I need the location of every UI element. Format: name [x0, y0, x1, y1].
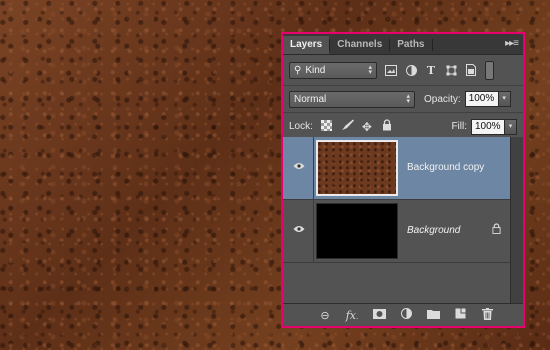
layers-list: Background copy Background: [283, 137, 523, 306]
panel-menu-icon[interactable]: ▸▸≡: [505, 38, 519, 49]
fx-icon[interactable]: fx.: [342, 309, 362, 322]
layers-panel: Layers Channels Paths ▸▸≡ ⚲ Kind ▴ ▾ T No…: [281, 32, 525, 328]
smart-object-filter-icon[interactable]: [465, 64, 477, 76]
link-icon[interactable]: ⊖: [315, 309, 335, 322]
lock-position-icon[interactable]: ✥: [361, 120, 373, 134]
opacity-label: Opacity:: [424, 93, 461, 105]
eye-icon[interactable]: [293, 162, 305, 170]
blend-row: Normal ▴ ▾ Opacity: 100% ▾: [283, 86, 523, 113]
lock-image-icon[interactable]: [341, 119, 354, 134]
tab-separator: [431, 39, 433, 51]
panel-bottom-toolbar: ⊖ fx.: [283, 303, 523, 326]
panel-tab-bar: Layers Channels Paths ▸▸≡: [283, 34, 523, 55]
group-folder-icon[interactable]: [423, 309, 443, 322]
opacity-dropdown-button[interactable]: ▾: [498, 91, 511, 107]
filter-kind-select[interactable]: ⚲ Kind ▴ ▾: [289, 61, 377, 79]
layer-name[interactable]: Background copy: [407, 162, 484, 173]
updown-arrows-icon: ▴ ▾: [406, 93, 410, 105]
new-layer-icon[interactable]: [450, 308, 470, 322]
opacity-input[interactable]: 100%: [464, 91, 499, 107]
adjustment-icon[interactable]: [396, 308, 416, 322]
filter-row: ⚲ Kind ▴ ▾ T: [283, 55, 523, 86]
updown-arrows-icon: ▴ ▾: [368, 64, 372, 76]
fill-dropdown-button[interactable]: ▾: [505, 118, 517, 135]
fill-input[interactable]: 100%: [471, 118, 505, 135]
layer-thumbnail: [316, 140, 398, 196]
tab-paths[interactable]: Paths: [390, 36, 431, 54]
filter-toggle-switch[interactable]: [485, 60, 494, 80]
tab-layers[interactable]: Layers: [283, 36, 330, 54]
trash-icon[interactable]: [477, 307, 497, 323]
layers-scrollbar[interactable]: [510, 137, 523, 306]
lock-all-icon[interactable]: [381, 119, 393, 134]
layer-lock-icon: [492, 223, 501, 237]
type-filter-icon[interactable]: T: [425, 64, 437, 77]
layer-name[interactable]: Background: [407, 225, 460, 236]
lock-transparent-icon[interactable]: [321, 119, 333, 134]
layer-divider: [313, 137, 314, 199]
mask-icon[interactable]: [369, 308, 389, 322]
layer-thumbnail: [316, 203, 398, 259]
pixel-filter-icon[interactable]: [385, 64, 397, 76]
search-icon: ⚲: [294, 64, 302, 76]
shape-filter-icon[interactable]: [445, 64, 457, 76]
eye-icon[interactable]: [293, 225, 305, 233]
lock-label: Lock:: [289, 121, 313, 132]
filter-kind-label: Kind: [305, 64, 326, 76]
layer-divider: [313, 200, 314, 262]
layer-row-background-copy[interactable]: Background copy: [283, 137, 523, 200]
adjustment-filter-icon[interactable]: [405, 64, 417, 76]
blend-mode-select[interactable]: Normal ▴ ▾: [289, 90, 415, 108]
layer-row-background[interactable]: Background: [283, 200, 523, 263]
tab-channels[interactable]: Channels: [330, 36, 389, 54]
blend-mode-value: Normal: [294, 93, 327, 105]
fill-label: Fill:: [451, 121, 467, 132]
